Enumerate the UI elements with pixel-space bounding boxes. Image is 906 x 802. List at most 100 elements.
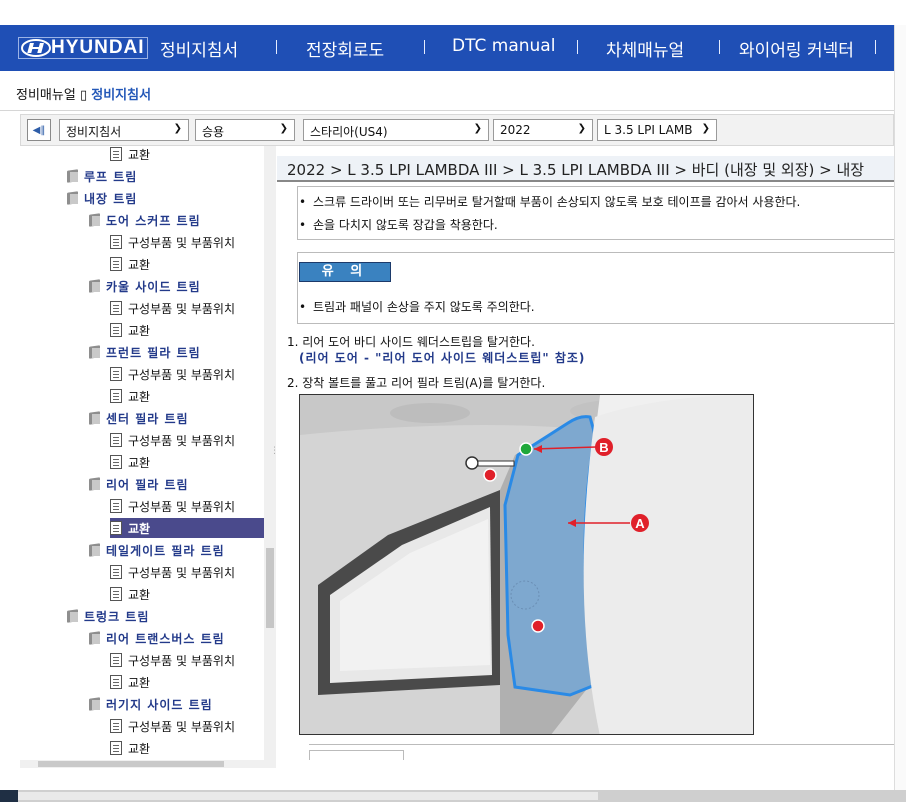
book-icon (88, 543, 102, 557)
warning-item: • 스크류 드라이버 또는 리무버로 탈거할때 부품이 손상되지 않도록 보호 테… (299, 193, 800, 210)
nav-item-service-manual[interactable]: 정비지침서 (160, 36, 238, 61)
tree-item-label: 교환 (128, 455, 151, 470)
select-engine[interactable]: L 3.5 LPI LAMB ❯ (597, 119, 717, 141)
callout-a-label: A (635, 516, 645, 531)
divider (309, 744, 894, 745)
select-manual-type[interactable]: 정비지침서 ❯ (59, 119, 189, 141)
tree-item-document[interactable]: 교환 (110, 584, 150, 604)
book-icon (88, 279, 102, 293)
tree-item-label: 리어 트랜스버스 트림 (106, 631, 225, 646)
step-2: 2. 장착 볼트를 풀고 리어 필라 트림(A)를 탈거한다. (287, 376, 546, 390)
tree-item-folder[interactable]: 도어 스커프 트림 (88, 210, 201, 230)
book-icon (88, 345, 102, 359)
next-note-box (309, 750, 404, 760)
tree-item-folder[interactable]: 러기지 사이드 트림 (88, 694, 213, 714)
document-icon (110, 587, 122, 601)
warning-text: 손을 다치지 않도록 장갑을 착용한다. (313, 218, 498, 232)
top-navigation-bar: HYUNDAI 정비지침서 전장회로도 DTC manual 차체매뉴얼 와이어… (0, 25, 894, 71)
document-icon (110, 499, 122, 513)
select-model[interactable]: 스타리아(US4) ❯ (303, 119, 489, 141)
callout-b-label: B (599, 440, 608, 455)
tree-item-folder[interactable]: 리어 필라 트림 (88, 474, 189, 494)
page-horizontal-scrollbar[interactable] (0, 790, 906, 802)
tree-item-document[interactable]: 교환 (110, 320, 150, 340)
tree-item-label: 카울 사이드 트림 (106, 279, 201, 294)
tree-item-label: 트렁크 트림 (84, 609, 150, 624)
manual-tree-sidebar: 교환 루프 트림 내장 트림 도어 스커프 트림 구성부품 및 부품위치 교환 카울 사이드… (20, 146, 276, 760)
tree-item-document[interactable]: 구성부품 및 부품위치 (110, 298, 235, 318)
pane-splitter-handle[interactable]: ⋮ (270, 446, 279, 470)
book-icon (66, 169, 80, 183)
page-vertical-scrollbar[interactable] (894, 25, 906, 802)
book-icon (66, 191, 80, 205)
tree-item-label: 테일게이트 필라 트림 (106, 543, 225, 558)
book-icon (88, 477, 102, 491)
tree-item-label: 교환 (128, 323, 151, 338)
hyundai-logo[interactable]: HYUNDAI (18, 37, 148, 59)
caution-text: 트림과 패널이 손상을 주지 않도록 주의한다. (313, 300, 535, 314)
tree-item-folder[interactable]: 센터 필라 트림 (88, 408, 189, 428)
nav-item-wiring-connector[interactable]: 와이어링 커넥터 (739, 36, 854, 61)
tree-item-document[interactable]: 교환 (110, 146, 150, 164)
tree-item-document[interactable]: 교환 (110, 672, 150, 692)
tree-item-folder[interactable]: 리어 트랜스버스 트림 (88, 628, 225, 648)
tree-item-folder[interactable]: 카울 사이드 트림 (88, 276, 201, 296)
tree-item-label: 루프 트림 (84, 169, 138, 184)
book-icon (88, 411, 102, 425)
hyundai-emblem-icon (21, 39, 51, 57)
chevron-down-icon: ❯ (173, 123, 182, 134)
nav-separator (577, 40, 578, 54)
tree-item-document[interactable]: 교환 (110, 386, 150, 406)
scrollbar-thumb[interactable] (18, 792, 598, 800)
tree-item-folder[interactable]: 테일게이트 필라 트림 (88, 540, 225, 560)
tree-item-folder[interactable]: 내장 트림 (66, 188, 137, 208)
document-icon (110, 367, 122, 381)
breadcrumb-root[interactable]: 정비매뉴얼 (16, 88, 76, 103)
tree-item-label: 교환 (128, 675, 151, 690)
book-icon (66, 609, 80, 623)
nav-item-wiring-diagram[interactable]: 전장회로도 (306, 36, 384, 61)
tree-item-label: 교환 (128, 587, 151, 602)
tree-item-document[interactable]: 교환 (110, 452, 150, 472)
scrollbar-thumb[interactable] (38, 761, 224, 767)
breadcrumb-current: 정비지침서 (91, 88, 152, 103)
scrollbar-thumb[interactable] (266, 548, 274, 628)
tree-item-folder[interactable]: 프런트 필라 트림 (88, 342, 201, 362)
divider (0, 110, 894, 111)
tree-item-document[interactable]: 구성부품 및 부품위치 (110, 496, 235, 516)
tree-item-document[interactable]: 교환 (110, 518, 266, 538)
tree-item-folder[interactable]: 트렁크 트림 (66, 606, 149, 626)
tree-item-document[interactable]: 구성부품 및 부품위치 (110, 364, 235, 384)
select-model-value: 스타리아(US4) (310, 125, 388, 139)
tree-item-document[interactable]: 교환 (110, 738, 150, 758)
tree-item-document[interactable]: 구성부품 및 부품위치 (110, 650, 235, 670)
sidebar-horizontal-scrollbar[interactable] (20, 760, 276, 768)
select-vehicle-class[interactable]: 승용 ❯ (195, 119, 295, 141)
breadcrumb: 정비매뉴얼 ▯ 정비지침서 (16, 84, 151, 103)
tree-item-folder[interactable]: 루프 트림 (66, 166, 137, 186)
document-icon (110, 521, 122, 535)
chevron-down-icon: ❯ (701, 123, 710, 134)
caution-item: • 트림과 패널이 손상을 주지 않도록 주의한다. (299, 298, 535, 315)
tree-item-document[interactable]: 구성부품 및 부품위치 (110, 430, 235, 450)
tree-item-document[interactable]: 구성부품 및 부품위치 (110, 716, 235, 736)
document-icon (110, 433, 122, 447)
document-icon (110, 147, 122, 161)
collapse-sidebar-button[interactable]: ◀‖ (27, 119, 51, 141)
rear-pillar-trim-figure: B A (299, 394, 754, 735)
bullet-glyph: • (299, 195, 307, 209)
tree-item-document[interactable]: 구성부품 및 부품위치 (110, 232, 235, 252)
tree-item-document[interactable]: 교환 (110, 254, 150, 274)
select-engine-value: L 3.5 LPI LAMB (604, 123, 693, 137)
chevron-down-icon: ❯ (577, 123, 586, 134)
tree-item-document[interactable]: 구성부품 및 부품위치 (110, 562, 235, 582)
tree-item-label: 교환 (128, 741, 151, 756)
document-icon (110, 653, 122, 667)
tree-item-label: 센터 필라 트림 (106, 411, 189, 426)
nav-item-body-manual[interactable]: 차체매뉴얼 (606, 36, 684, 61)
step-1: 1. 리어 도어 바디 사이드 웨더스트립을 탈거한다. (287, 335, 535, 349)
taskbar-edge (0, 790, 18, 802)
nav-item-dtc-manual[interactable]: DTC manual (452, 36, 555, 56)
step-1-reference-link[interactable]: (리어 도어 - "리어 도어 사이드 웨더스트립" 참조) (299, 349, 585, 366)
select-year[interactable]: 2022 ❯ (493, 119, 593, 141)
